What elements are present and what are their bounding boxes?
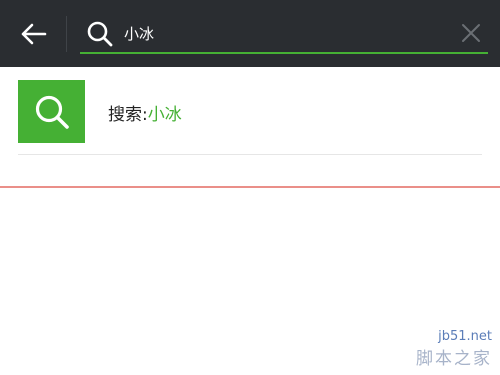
arrow-left-icon — [21, 23, 47, 45]
clear-search-button[interactable] — [458, 20, 484, 46]
watermark: jb51.net 脚本之家 — [416, 329, 492, 369]
result-icon-tile — [18, 80, 85, 143]
watermark-brand: 脚本之家 — [416, 349, 492, 369]
search-icon — [87, 21, 113, 47]
close-icon — [462, 24, 480, 42]
result-label: 搜索:小冰 — [108, 100, 182, 125]
search-underline — [80, 52, 488, 54]
result-keyword: 小冰 — [147, 105, 182, 125]
toolbar-divider — [66, 16, 67, 52]
top-bar — [0, 0, 500, 67]
result-prefix: 搜索: — [108, 105, 148, 125]
search-result-item[interactable]: 搜索:小冰 — [18, 80, 482, 154]
result-divider — [18, 154, 482, 155]
search-input[interactable] — [124, 20, 444, 46]
back-button[interactable] — [14, 17, 54, 51]
search-field[interactable] — [80, 12, 488, 54]
watermark-site: jb51.net — [438, 329, 492, 344]
search-icon — [35, 95, 69, 129]
section-divider — [0, 186, 500, 188]
